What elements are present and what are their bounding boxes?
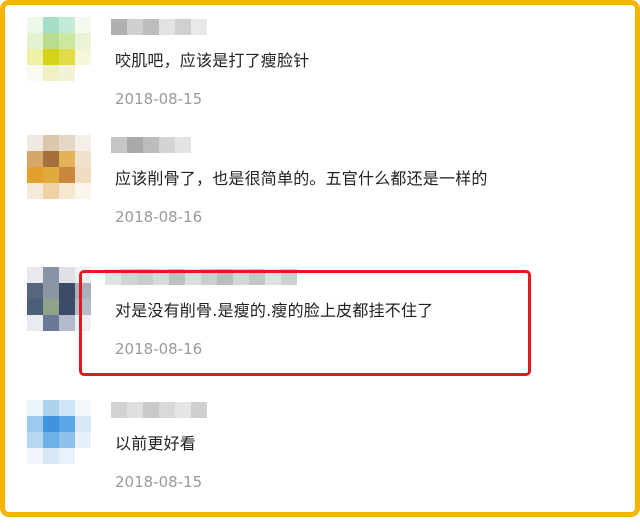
- avatar-pixel: [27, 283, 43, 299]
- avatar-pixel: [75, 448, 91, 464]
- avatar-pixel: [27, 65, 43, 81]
- avatar-pixel: [75, 65, 91, 81]
- username-pixel: [191, 402, 207, 418]
- avatar-pixel: [59, 432, 75, 448]
- avatar-pixel: [27, 183, 43, 199]
- avatar-pixel: [27, 400, 43, 416]
- avatar-pixel: [27, 448, 43, 464]
- username-pixel: [127, 137, 143, 153]
- avatar-pixel: [43, 299, 59, 315]
- avatar-pixel: [43, 283, 59, 299]
- username-pixel: [159, 402, 175, 418]
- avatar-pixel: [75, 432, 91, 448]
- avatar-pixel: [59, 167, 75, 183]
- avatar-pixel: [75, 151, 91, 167]
- avatar-pixel: [75, 49, 91, 65]
- avatar-pixel: [27, 416, 43, 432]
- avatar-pixel: [43, 17, 59, 33]
- avatar-pixel: [43, 65, 59, 81]
- avatar-pixel: [43, 267, 59, 283]
- comment-date: 2018-08-16: [115, 208, 203, 226]
- avatar-pixel: [59, 267, 75, 283]
- comment-item: 以前更好看 2018-08-15: [5, 400, 635, 530]
- avatar-pixel: [75, 416, 91, 432]
- avatar[interactable]: [27, 135, 91, 199]
- comment-text: 以前更好看: [115, 434, 197, 453]
- avatar-pixel: [59, 448, 75, 464]
- comment-item: 咬肌吧，应该是打了瘦脸针 2018-08-15: [5, 17, 635, 147]
- avatar-pixel: [75, 400, 91, 416]
- comment-text: 应该削骨了，也是很简单的。五官什么都还是一样的: [115, 169, 488, 188]
- avatar-pixel: [27, 315, 43, 331]
- avatar[interactable]: [27, 17, 91, 81]
- username-pixel: [111, 19, 127, 35]
- username-pixel: [175, 402, 191, 418]
- avatar-pixel: [43, 183, 59, 199]
- avatar-pixel: [43, 400, 59, 416]
- avatar-pixel: [59, 33, 75, 49]
- username-pixelated[interactable]: [111, 137, 191, 153]
- avatar-pixel: [27, 33, 43, 49]
- avatar-pixel: [43, 151, 59, 167]
- avatar-pixel: [27, 17, 43, 33]
- avatar-pixel: [75, 135, 91, 151]
- avatar-pixel: [59, 400, 75, 416]
- username-pixel: [143, 19, 159, 35]
- avatar-pixel: [43, 167, 59, 183]
- username-pixel: [159, 137, 175, 153]
- avatar-pixel: [75, 183, 91, 199]
- avatar-pixel: [59, 416, 75, 432]
- avatar-pixel: [43, 432, 59, 448]
- highlight-box: [79, 270, 531, 376]
- avatar-pixel: [59, 183, 75, 199]
- avatar-pixel: [59, 65, 75, 81]
- comment-text: 咬肌吧，应该是打了瘦脸针: [115, 51, 310, 70]
- avatar-pixel: [43, 315, 59, 331]
- avatar-pixel: [59, 151, 75, 167]
- avatar-pixel: [27, 151, 43, 167]
- comment-panel-frame: 咬肌吧，应该是打了瘦脸针 2018-08-15 应该削骨了，也是很简单的。五官什…: [0, 0, 640, 517]
- username-pixel: [159, 19, 175, 35]
- comment-date: 2018-08-15: [115, 473, 203, 491]
- username-pixel: [111, 137, 127, 153]
- avatar-pixel: [27, 167, 43, 183]
- username-pixelated[interactable]: [111, 402, 207, 418]
- avatar-pixel: [59, 315, 75, 331]
- avatar-pixel: [75, 33, 91, 49]
- username-pixel: [175, 137, 191, 153]
- username-pixelated[interactable]: [111, 19, 207, 35]
- username-pixel: [191, 19, 207, 35]
- avatar-pixel: [43, 49, 59, 65]
- avatar-pixel: [27, 267, 43, 283]
- avatar-pixel: [43, 33, 59, 49]
- avatar-pixel: [27, 49, 43, 65]
- avatar-pixel: [59, 17, 75, 33]
- username-pixel: [111, 402, 127, 418]
- username-pixel: [127, 402, 143, 418]
- avatar-pixel: [59, 299, 75, 315]
- avatar-pixel: [59, 49, 75, 65]
- username-pixel: [127, 19, 143, 35]
- comment-item: 应该削骨了，也是很简单的。五官什么都还是一样的 2018-08-16: [5, 135, 635, 265]
- comment-date: 2018-08-15: [115, 90, 203, 108]
- avatar-pixel: [27, 135, 43, 151]
- avatar-pixel: [27, 432, 43, 448]
- avatar-pixel: [43, 448, 59, 464]
- avatar-pixel: [75, 167, 91, 183]
- avatar-pixel: [59, 135, 75, 151]
- avatar-pixel: [59, 283, 75, 299]
- avatar-pixel: [43, 135, 59, 151]
- avatar[interactable]: [27, 400, 91, 464]
- username-pixel: [175, 19, 191, 35]
- avatar-pixel: [27, 299, 43, 315]
- username-pixel: [143, 137, 159, 153]
- username-pixel: [143, 402, 159, 418]
- avatar-pixel: [75, 17, 91, 33]
- avatar-pixel: [43, 416, 59, 432]
